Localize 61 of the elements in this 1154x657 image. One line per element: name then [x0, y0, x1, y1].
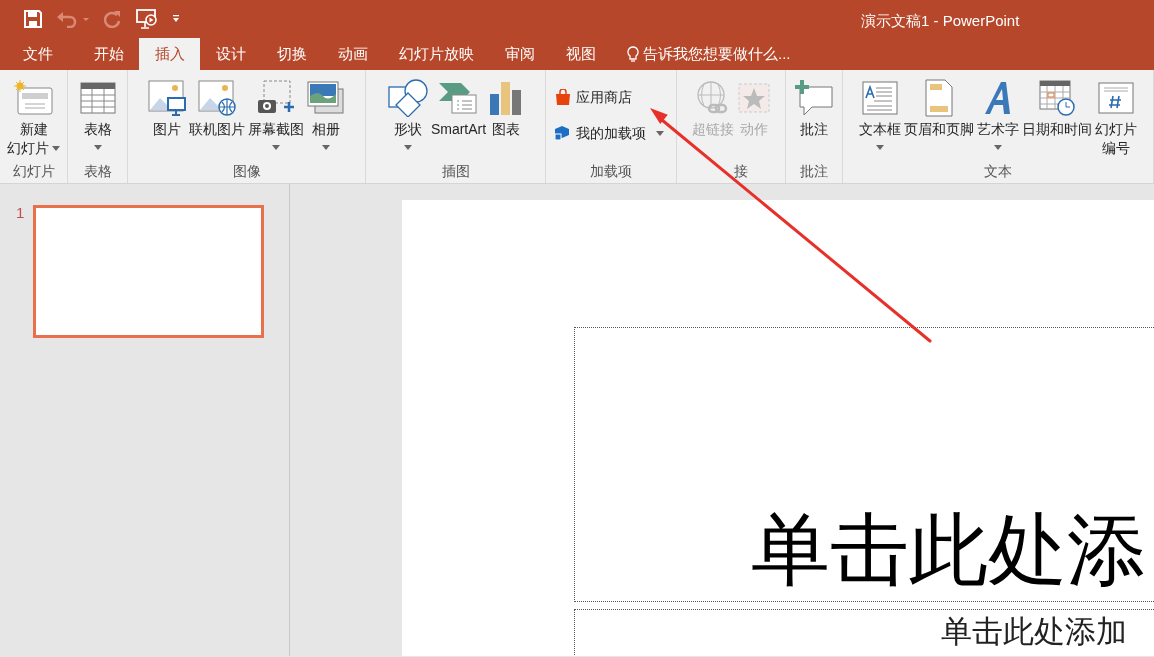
lightbulb-icon — [627, 45, 639, 63]
screenshot-icon — [256, 80, 296, 116]
ribbon-button[interactable]: 图片 — [147, 76, 187, 139]
group-label: 批注 — [800, 162, 828, 181]
tab[interactable]: 开始 — [78, 38, 139, 70]
ribbon-button[interactable]: 相册 — [306, 76, 346, 155]
online-picture-icon — [198, 80, 236, 116]
tab[interactable]: 视图 — [550, 38, 611, 70]
slide-number: 1 — [16, 205, 25, 220]
window-title: 演示文稿1 - PowerPoint — [861, 11, 1020, 31]
ribbon-button[interactable]: 批注 — [793, 76, 835, 139]
group-label: 接 — [734, 162, 748, 181]
page-header-footer-icon — [925, 79, 953, 117]
group-label: 图像 — [232, 162, 261, 181]
ribbon-button[interactable]: 艺术字 — [976, 76, 1020, 155]
group-label: 文本 — [984, 162, 1012, 181]
ribbon-button[interactable]: SmartArt — [429, 76, 488, 139]
tab[interactable]: 幻灯片放映 — [383, 38, 489, 70]
group-label: 幻灯片 — [12, 162, 55, 181]
tell-me-field[interactable]: 告诉我您想要做什么... — [627, 38, 791, 70]
ribbon-button[interactable]: 新建 幻灯片 — [6, 76, 61, 158]
photo-album-icon — [307, 81, 345, 115]
tab[interactable]: 文件 — [7, 38, 68, 70]
calendar-clock-icon — [1039, 80, 1075, 116]
number-sign-icon — [1098, 82, 1134, 114]
ribbon-button[interactable]: 表格 — [78, 76, 117, 155]
tab[interactable]: 审阅 — [489, 38, 550, 70]
group-label: 插图 — [441, 162, 470, 181]
ribbon-button[interactable]: 图表 — [488, 76, 525, 139]
group-label: 加载项 — [590, 162, 632, 181]
slide-thumbnail[interactable] — [33, 205, 265, 338]
tab[interactable]: 动画 — [322, 38, 383, 70]
ribbon-button[interactable]: 屏幕截图 — [247, 76, 305, 155]
ribbon-button[interactable]: 联机图片 — [188, 76, 246, 139]
shopping-bag-icon — [555, 88, 571, 106]
presentation-icon[interactable] — [136, 9, 158, 29]
ribbon-button[interactable]: 日期和时间 — [1021, 76, 1093, 139]
title-placeholder[interactable]: 单击此处添 — [574, 327, 1154, 602]
ribbon-button[interactable]: 页眉和页脚 — [903, 76, 975, 139]
smartart-icon — [438, 81, 479, 115]
picture-icon — [148, 80, 186, 116]
shapes-icon — [387, 79, 428, 117]
tab[interactable]: 切换 — [261, 38, 322, 70]
wordart-icon — [983, 81, 1013, 115]
comment-icon — [794, 79, 834, 117]
tab[interactable]: 插入 — [139, 38, 200, 70]
group-label: 表格 — [83, 162, 112, 181]
new-slide-icon — [13, 80, 54, 116]
ribbon-button[interactable]: 应用商店 — [554, 86, 633, 108]
chart-icon — [489, 80, 524, 116]
subtitle-placeholder[interactable]: 单击此处添加 — [574, 609, 1154, 656]
ribbon-button[interactable]: 形状 — [386, 76, 429, 155]
save-icon[interactable] — [24, 10, 42, 28]
customize-caret-icon[interactable] — [172, 15, 180, 23]
ribbon-button[interactable]: 文本框 — [858, 76, 902, 155]
text-box-icon — [862, 81, 898, 115]
ribbon-button[interactable]: 幻灯片 编号 — [1094, 76, 1138, 158]
add-in-cube-icon — [555, 125, 571, 141]
ribbon-button[interactable]: 我的加载项 — [554, 122, 665, 144]
tab[interactable]: 设计 — [200, 38, 261, 70]
table-icon — [79, 82, 116, 114]
